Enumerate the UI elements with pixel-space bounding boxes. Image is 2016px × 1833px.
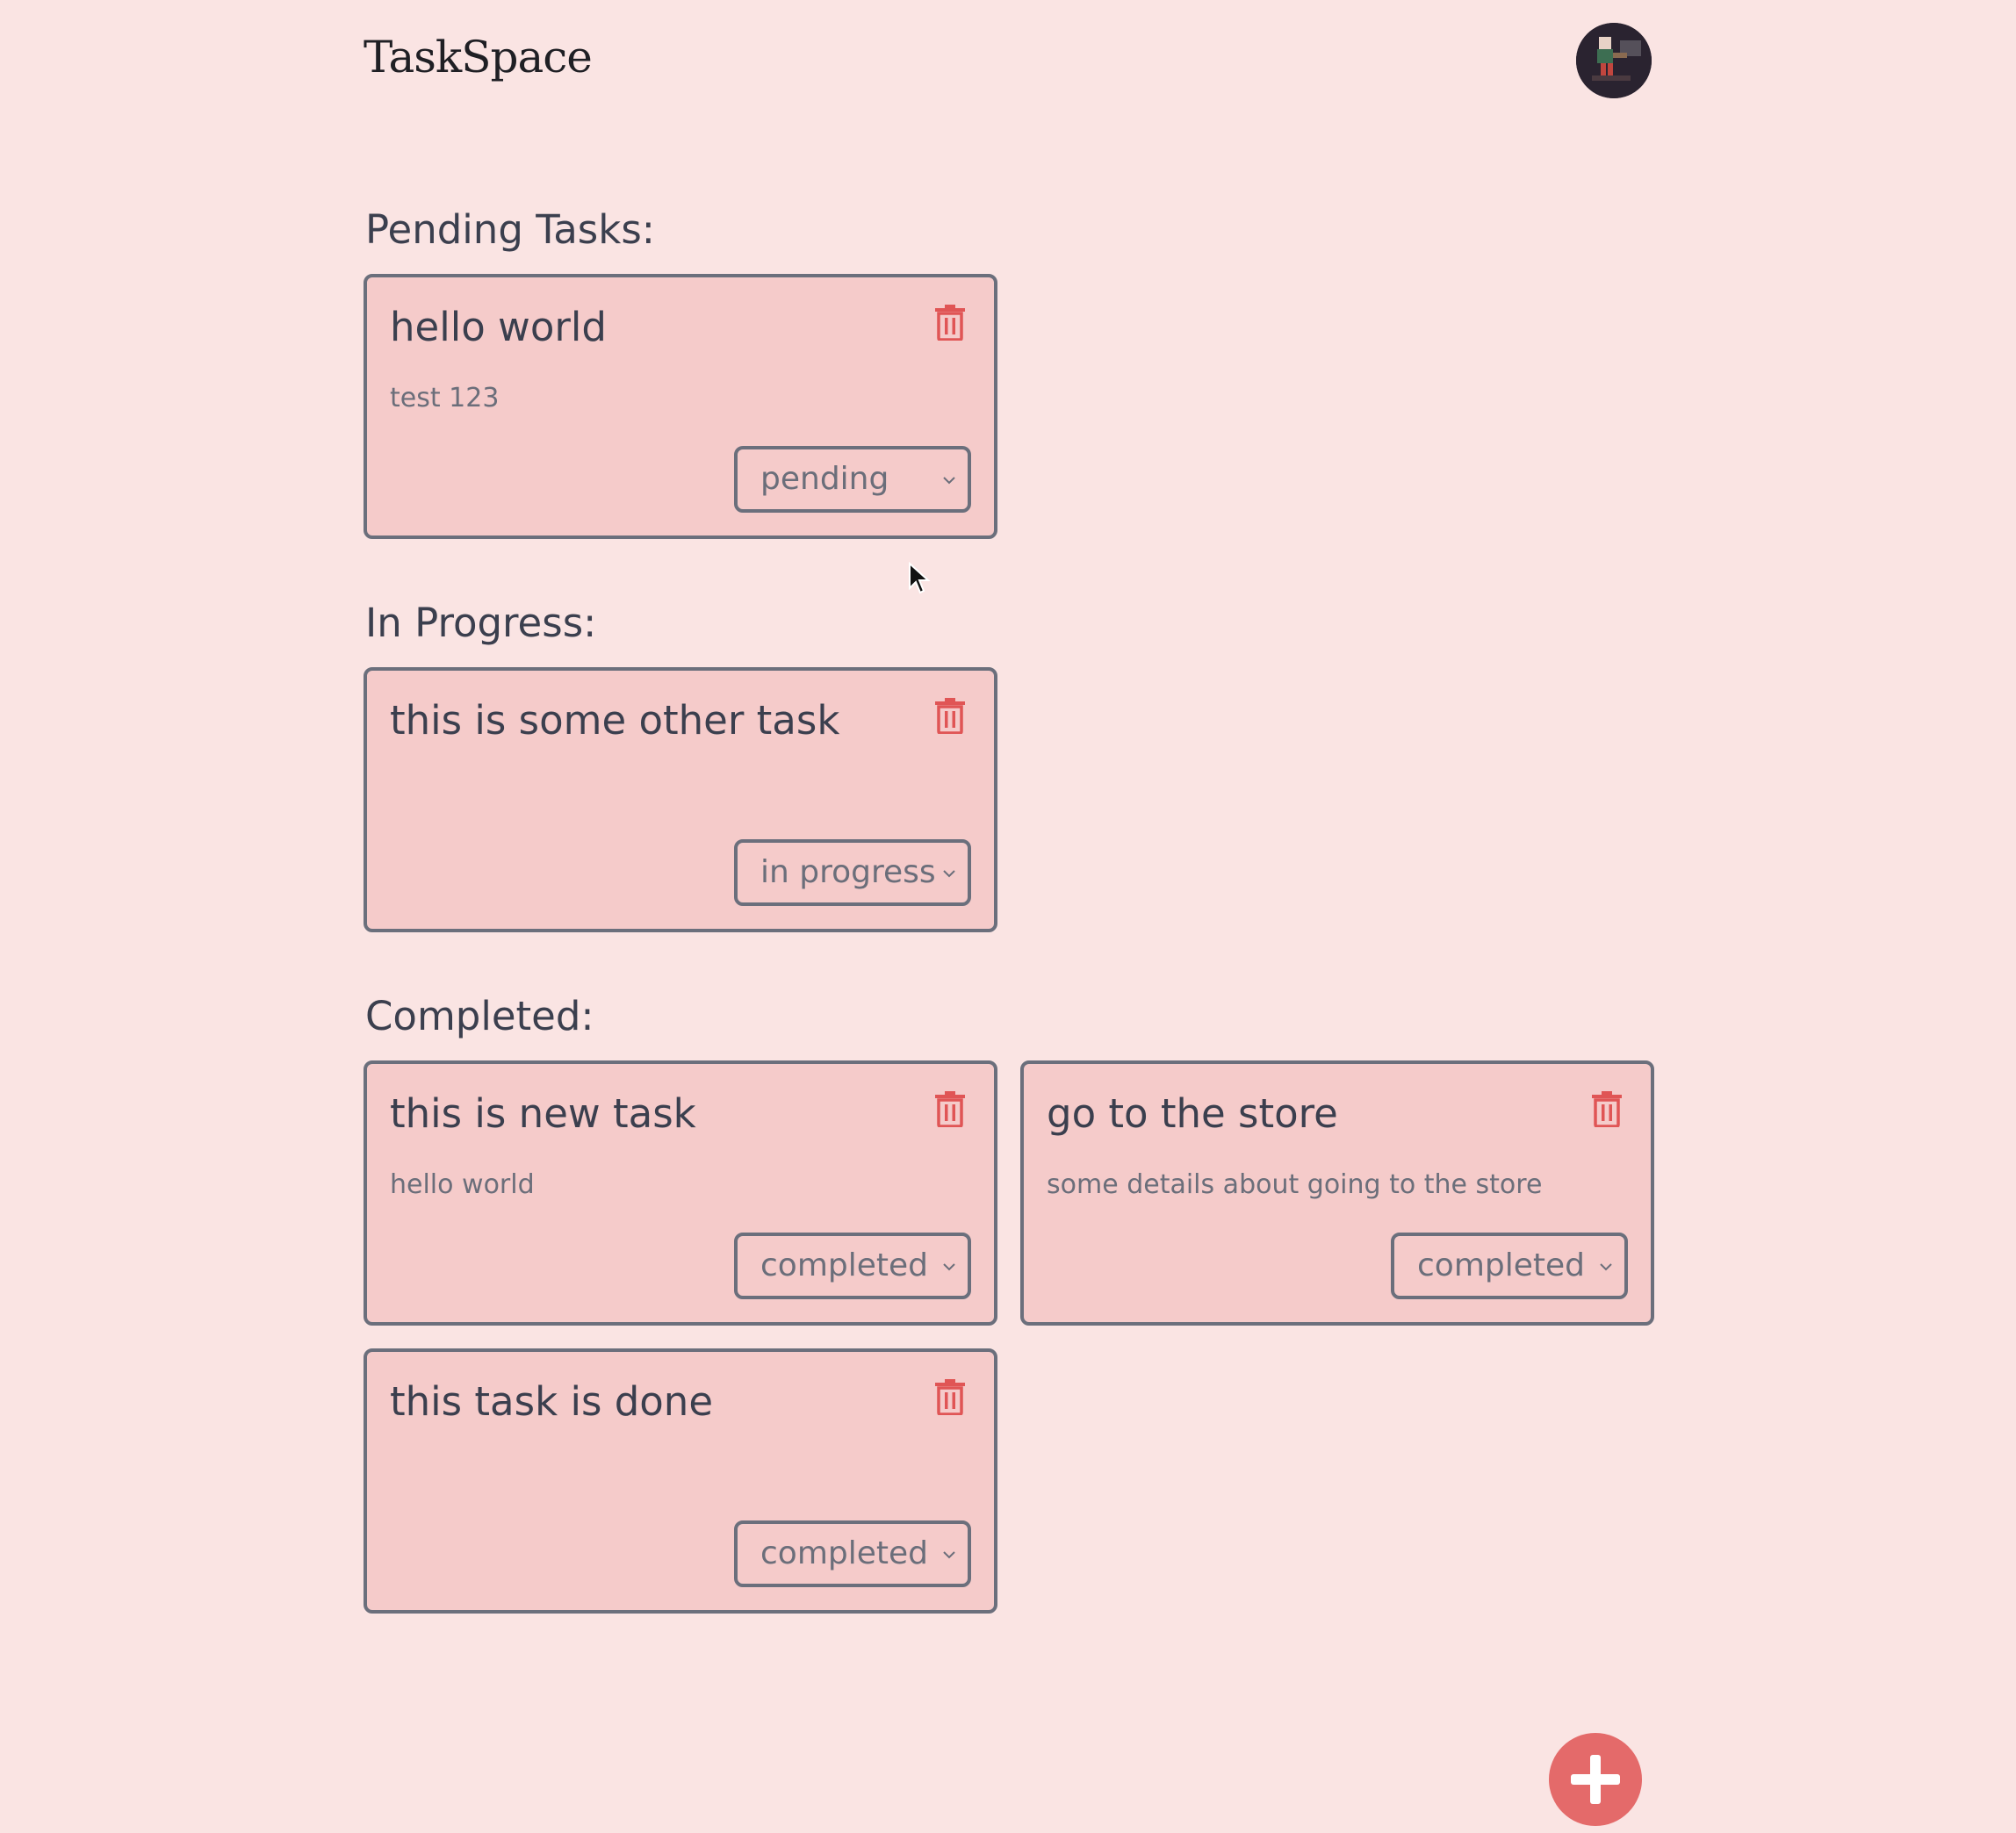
status-select[interactable]: completed xyxy=(734,1520,971,1587)
task-card: hello world test 123 pending xyxy=(364,274,997,539)
status-value: completed xyxy=(760,1535,929,1571)
trash-icon xyxy=(1592,1091,1622,1127)
task-description: some details about going to the store xyxy=(1047,1169,1543,1200)
chevron-down-icon xyxy=(941,1547,957,1563)
section-pending: Pending Tasks: hello world test 123 pend… xyxy=(364,202,1654,539)
chevron-down-icon xyxy=(941,866,957,881)
task-card: this task is done completed xyxy=(364,1348,997,1614)
task-title: this is some other task xyxy=(390,697,840,744)
delete-task-button[interactable] xyxy=(932,1378,968,1415)
status-select[interactable]: in progress xyxy=(734,839,971,906)
section-title-in-progress: In Progress: xyxy=(365,600,597,646)
status-select[interactable]: completed xyxy=(1391,1233,1628,1299)
task-board: Pending Tasks: hello world test 123 pend… xyxy=(364,202,1654,1670)
mouse-cursor-icon xyxy=(908,562,931,595)
delete-task-button[interactable] xyxy=(1589,1090,1624,1127)
section-title-completed: Completed: xyxy=(365,993,594,1039)
task-title: this is new task xyxy=(390,1090,696,1137)
status-value: completed xyxy=(760,1247,929,1283)
section-in-progress: In Progress: this is some other task in … xyxy=(364,595,1654,932)
avatar-image xyxy=(1576,23,1652,98)
section-title-pending: Pending Tasks: xyxy=(365,206,655,253)
task-card: this is some other task in progress xyxy=(364,667,997,932)
add-task-button[interactable] xyxy=(1549,1733,1642,1826)
task-title: go to the store xyxy=(1047,1090,1338,1137)
status-value: in progress xyxy=(760,854,936,890)
plus-icon xyxy=(1571,1755,1620,1804)
task-description: test 123 xyxy=(390,383,500,413)
status-select[interactable]: pending xyxy=(734,446,971,513)
delete-task-button[interactable] xyxy=(932,304,968,341)
task-description: hello world xyxy=(390,1169,535,1200)
task-list-completed: this is new task hello world completed g… xyxy=(364,1060,1654,1614)
chevron-down-icon xyxy=(941,472,957,488)
status-value: pending xyxy=(760,461,889,497)
task-title: hello world xyxy=(390,304,607,350)
trash-icon xyxy=(935,1379,965,1415)
task-list-in-progress: this is some other task in progress xyxy=(364,667,1654,932)
chevron-down-icon xyxy=(941,1259,957,1275)
chevron-down-icon xyxy=(1598,1259,1614,1275)
app-logo[interactable]: TaskSpace xyxy=(364,32,593,83)
task-list-pending: hello world test 123 pending xyxy=(364,274,1654,539)
delete-task-button[interactable] xyxy=(932,697,968,734)
task-title: this task is done xyxy=(390,1378,713,1425)
trash-icon xyxy=(935,1091,965,1127)
delete-task-button[interactable] xyxy=(932,1090,968,1127)
trash-icon xyxy=(935,698,965,734)
task-card: this is new task hello world completed xyxy=(364,1060,997,1326)
status-value: completed xyxy=(1417,1247,1586,1283)
user-avatar[interactable] xyxy=(1576,23,1652,98)
app-header: TaskSpace xyxy=(0,0,2016,123)
trash-icon xyxy=(935,305,965,341)
status-select[interactable]: completed xyxy=(734,1233,971,1299)
task-card: go to the store some details about going… xyxy=(1020,1060,1654,1326)
section-completed: Completed: this is new task hello world … xyxy=(364,988,1654,1614)
